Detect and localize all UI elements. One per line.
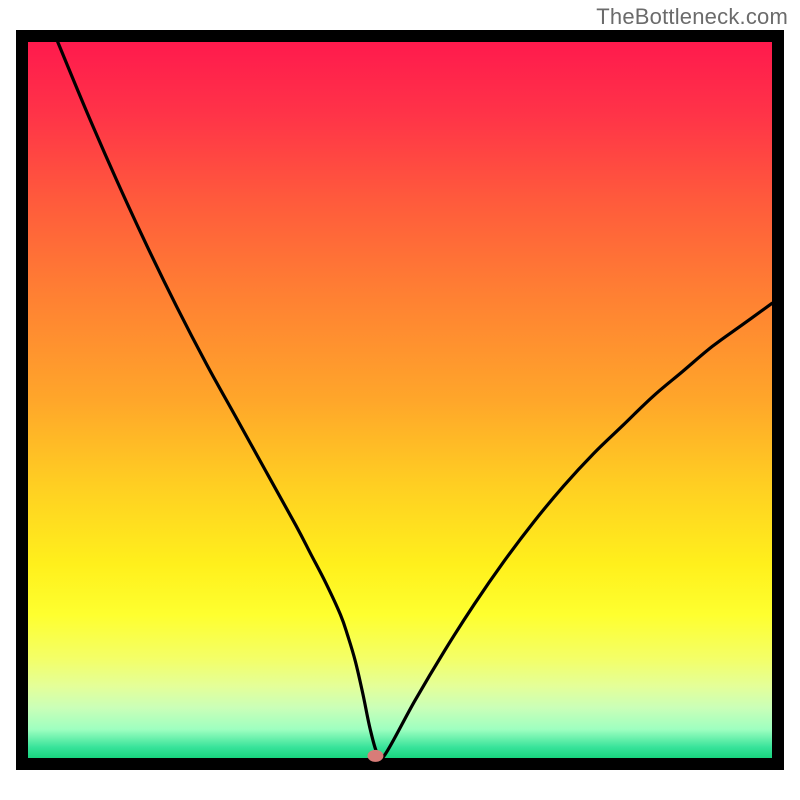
optimal-point-marker [367,750,383,762]
bottleneck-chart: TheBottleneck.com [0,0,800,800]
plot-background [28,42,772,758]
chart-svg [0,0,800,800]
